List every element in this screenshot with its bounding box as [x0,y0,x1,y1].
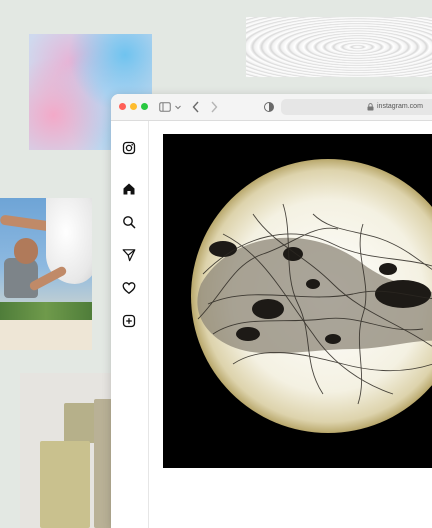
chevron-left-icon[interactable] [191,100,201,114]
shield-icon[interactable] [263,101,275,113]
address-bar[interactable]: instagram.com [281,99,432,115]
head-decoration [14,238,38,264]
arm-decoration [0,214,53,232]
search-icon[interactable] [122,215,136,229]
heart-icon[interactable] [122,281,136,295]
address-text: instagram.com [377,103,423,110]
microscope-view-image [191,159,432,433]
brick [64,403,98,443]
instagram-logo-icon[interactable] [122,141,136,155]
sand-pile-decoration [0,320,92,350]
window-maximize-button[interactable] [141,103,148,110]
direct-message-icon[interactable] [122,248,136,262]
worker-lifting-bag-photo [0,198,92,350]
create-post-icon[interactable] [122,314,136,328]
window-close-button[interactable] [119,103,126,110]
paper-sculpture-image [246,17,432,77]
sidebar-icon[interactable] [159,101,171,113]
chevron-right-icon[interactable] [209,100,219,114]
torso-decoration [4,258,38,298]
home-icon[interactable] [122,182,136,196]
browser-window: instagram.com [111,94,432,528]
chevron-down-icon[interactable] [174,101,182,113]
browser-toolbar: instagram.com [111,94,432,121]
lock-icon [367,103,374,111]
brick [40,441,90,528]
window-minimize-button[interactable] [130,103,137,110]
instagram-sidebar [111,121,149,528]
post-image[interactable] [163,134,432,468]
